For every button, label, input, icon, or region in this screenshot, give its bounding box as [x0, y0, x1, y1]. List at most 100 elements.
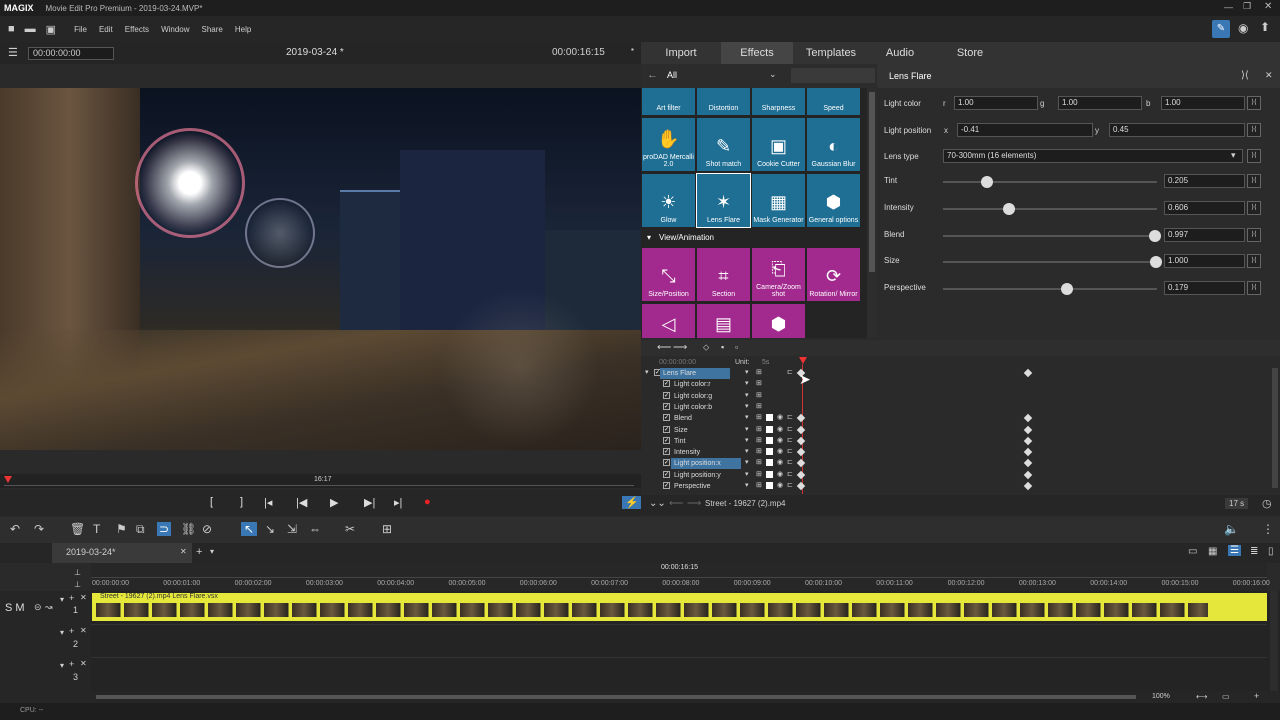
mark-out-button[interactable]: ] [240, 496, 243, 508]
pen-icon[interactable]: ✎ [1212, 20, 1230, 38]
keyframe-playhead[interactable] [799, 357, 807, 364]
keyframe-row[interactable]: ✓ Light position:y ▾ ⊞ ◉ ⊏ [644, 470, 1280, 481]
previous-icon[interactable]: |◀ [296, 496, 307, 509]
tile-mercalli[interactable]: ✋ proDAD Mercalli 2.0 [642, 118, 695, 171]
keyframe-scrollbar[interactable] [1272, 368, 1278, 488]
light-color-g-input[interactable]: 1.00 [1058, 96, 1142, 110]
keyframe-toggle-icon[interactable]: ⟩⟨ [1247, 96, 1261, 110]
automation-icon[interactable]: ↝ [45, 602, 53, 613]
scroll-thumb[interactable] [869, 92, 875, 272]
tile-mask-generator[interactable]: ▦ Mask Generator [752, 174, 805, 227]
minimize-icon[interactable]: — [1224, 2, 1233, 12]
param-menu-icon[interactable]: ▾ [745, 458, 749, 466]
category-select[interactable]: All [667, 70, 677, 80]
close-icon[interactable]: ✕ [1264, 1, 1272, 12]
tile-art-filter[interactable]: Art filter [642, 88, 695, 115]
effects-scrollbar[interactable] [867, 88, 877, 338]
keyframe-marker[interactable] [796, 425, 806, 434]
undo-icon[interactable]: ↶ [10, 522, 20, 536]
param-grid-icon[interactable]: ⊞ [756, 447, 762, 455]
param-grid-icon[interactable]: ⊞ [756, 402, 762, 410]
keyframe-toggle-icon[interactable]: ⟩⟨ [1247, 149, 1261, 163]
delete-track-icon[interactable]: ✕ [80, 593, 87, 602]
expand-row-icon[interactable]: ▾ [645, 368, 649, 376]
collapse-icon[interactable]: ⟩⟨ [1241, 70, 1249, 81]
keyframe-marker[interactable] [796, 459, 806, 468]
param-menu-icon[interactable]: ▾ [745, 481, 749, 489]
enable-checkbox[interactable]: ✓ [663, 470, 670, 478]
timecode-start[interactable]: 00:00:00:00 [28, 47, 114, 60]
link-icon[interactable]: ⊏ [787, 481, 793, 489]
menu-file[interactable]: File [74, 25, 87, 34]
restore-icon[interactable]: ❐ [1243, 1, 1251, 12]
keyframe-row[interactable]: ✓ Intensity ▾ ⊞ ◉ ⊏ [644, 447, 1280, 458]
menu-effects[interactable]: Effects [125, 25, 149, 34]
zoom-fit-icon[interactable]: ⟷ [1196, 692, 1207, 701]
keyframe-row[interactable]: ✓ Tint ▾ ⊞ ◉ ⊏ [644, 436, 1280, 447]
keyframe-param-name[interactable]: Blend [671, 413, 741, 424]
folder-icon[interactable]: ■ [8, 23, 15, 35]
tab-audio[interactable]: Audio [869, 42, 931, 64]
slider-value-input[interactable]: 0.205 [1164, 174, 1245, 188]
solo-mute-controls[interactable]: S M [5, 602, 25, 614]
tile-section[interactable]: ⌗ Section [697, 248, 750, 301]
slider-track[interactable] [943, 235, 1157, 237]
tab-import[interactable]: Import [641, 42, 721, 64]
slider-value-input[interactable]: 1.000 [1164, 254, 1245, 268]
param-menu-icon[interactable]: ▾ [745, 391, 749, 399]
menu-window[interactable]: Window [161, 25, 189, 34]
video-preview[interactable] [0, 88, 641, 450]
keyframe-marker[interactable] [1023, 470, 1033, 479]
timeline-scrollbar[interactable]: 100% ⟷ ▭ + [0, 691, 1280, 703]
enable-checkbox[interactable]: ✓ [663, 391, 670, 399]
link-icon[interactable]: ⊏ [787, 425, 793, 433]
timeline-mode-icon[interactable]: ☰ [1228, 545, 1241, 556]
visibility-icon[interactable]: ◉ [777, 413, 783, 421]
param-grid-icon[interactable]: ⊞ [756, 413, 762, 421]
param-grid-icon[interactable]: ⊞ [756, 391, 762, 399]
add-track-icon[interactable]: + [69, 659, 74, 669]
menu-edit[interactable]: Edit [99, 25, 113, 34]
param-menu-icon[interactable]: ▾ [745, 436, 749, 444]
link-mode-icon[interactable]: ⊃ [157, 522, 172, 536]
keyframe-marker[interactable] [1023, 425, 1033, 434]
volume-icon[interactable]: 🔈 [1224, 522, 1239, 536]
preview-position-bar[interactable]: 16:17 [0, 474, 641, 488]
slider-track[interactable] [943, 288, 1157, 290]
marker-icon[interactable]: ⚑ [116, 522, 127, 536]
keyframe-row[interactable]: ✓ Light color:r ▾ ⊞ [644, 379, 1280, 390]
enable-checkbox[interactable]: ✓ [663, 448, 670, 456]
tile-shot-match[interactable]: ✎ Shot match [697, 118, 750, 171]
effects-search-input[interactable] [791, 68, 875, 83]
keyframe-param-name[interactable]: Light color:r [671, 379, 741, 390]
snap-icon[interactable]: ⊥ [74, 568, 81, 577]
keyframe-param-name[interactable]: Perspective [671, 481, 741, 492]
tile-size-position[interactable]: ⤡ Size/Position [642, 248, 695, 301]
param-grid-icon[interactable]: ⊞ [756, 470, 762, 478]
undo-arrow-icon[interactable]: ⟵ [657, 342, 671, 353]
tile-gaussian-blur[interactable]: ◐ Gaussian Blur [807, 118, 860, 171]
keyframe-marker[interactable] [1023, 459, 1033, 468]
light-position-x-input[interactable]: -0.41 [957, 123, 1093, 137]
visibility-icon[interactable]: ◉ [777, 481, 783, 489]
tile-general-options[interactable]: ⬢ General options [807, 174, 860, 227]
delete-track-icon[interactable]: ✕ [80, 659, 87, 668]
jump-start-icon[interactable]: |◂ [264, 496, 272, 509]
forward-icon[interactable]: ⟶ [687, 498, 701, 509]
keyframe-param-name[interactable]: Lens Flare [660, 368, 730, 379]
slider-track[interactable] [943, 261, 1157, 263]
back-icon[interactable]: ⟵ [669, 498, 683, 509]
monitor-icon[interactable]: ▭ [1188, 546, 1197, 557]
keyframe-row[interactable]: ✓ Size ▾ ⊞ ◉ ⊏ [644, 425, 1280, 436]
keyframe-marker[interactable] [1023, 447, 1033, 457]
redo-arrow-icon[interactable]: ⟶ [673, 342, 687, 353]
tile-glow[interactable]: ☀ Glow [642, 174, 695, 227]
save-icon[interactable]: ▣ [46, 23, 56, 36]
enable-checkbox[interactable]: ✓ [663, 414, 670, 422]
delete-keyframe-icon[interactable]: ▪ [721, 342, 724, 352]
enable-checkbox[interactable]: ✓ [663, 436, 670, 444]
tile-3d[interactable]: ◁ [642, 304, 695, 338]
param-menu-icon[interactable]: ▾ [745, 379, 749, 387]
keyframe-marker[interactable] [796, 470, 806, 479]
keyframe-param-name[interactable]: Intensity [671, 447, 741, 458]
